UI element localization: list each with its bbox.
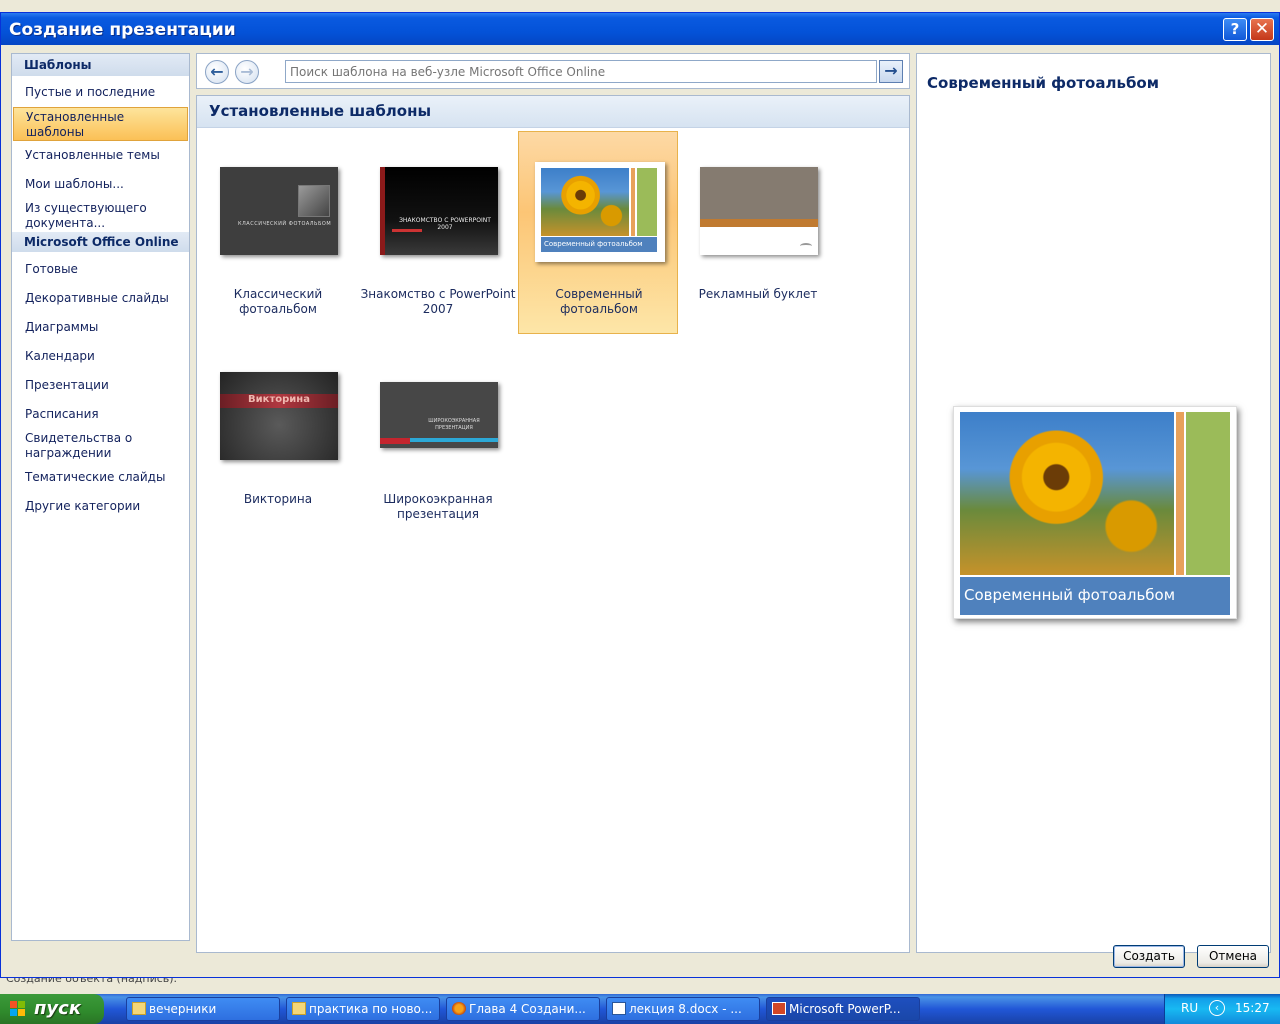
nav-item-decorative-slides[interactable]: Декоративные слайды — [13, 291, 188, 306]
taskbar-item-evenings[interactable]: вечерники — [126, 997, 280, 1021]
logo-icon — [800, 243, 812, 249]
sunflower-image — [960, 412, 1174, 575]
template-label: Рекламный буклет — [698, 287, 818, 301]
photo-icon — [298, 185, 330, 217]
folder-icon — [132, 1002, 146, 1015]
back-icon[interactable]: ← — [205, 60, 229, 84]
template-thumbnail: Викторина — [220, 372, 338, 460]
template-label: Современный фотоальбом — [555, 287, 643, 316]
template-tile-quiz[interactable]: Викторина Викторина — [198, 336, 358, 539]
word-icon — [612, 1002, 626, 1015]
sunflower-image — [541, 168, 629, 236]
nav-item-my-templates[interactable]: Мои шаблоны... — [13, 177, 188, 192]
nav-item-thematic-slides[interactable]: Тематические слайды — [13, 470, 188, 485]
template-preview-panel: Современный фотоальбом Современный фотоа… — [916, 53, 1271, 953]
template-thumbnail: КЛАССИЧЕСКИЙ ФОТОАЛЬБОМ — [220, 167, 338, 255]
nav-item-schedules[interactable]: Расписания — [13, 407, 188, 422]
create-button[interactable]: Создать — [1113, 945, 1185, 968]
taskbar: пуск вечерники практика по ново... Глава… — [0, 994, 1280, 1024]
nav-header-templates: Шаблоны — [12, 54, 189, 76]
taskbar-item-chapter4[interactable]: Глава 4 Создани... — [446, 997, 600, 1021]
template-label: Викторина — [243, 492, 313, 506]
folder-icon — [292, 1002, 306, 1015]
template-label: Классический фотоальбом — [233, 287, 323, 316]
firefox-icon — [452, 1002, 466, 1015]
thumbnail-text: КЛАССИЧЕСКИЙ ФОТОАЛЬБОМ — [238, 221, 332, 227]
clock: 15:27 — [1235, 1001, 1270, 1015]
help-button[interactable]: ? — [1223, 18, 1247, 41]
template-label: Знакомство с PowerPoint 2007 — [360, 287, 516, 316]
orange-stripe — [1176, 412, 1184, 575]
powerpoint-icon — [772, 1002, 786, 1015]
template-thumbnail: ШИРОКОЭКРАННАЯ ПРЕЗЕНТАЦИЯ — [380, 382, 498, 448]
start-label: пуск — [34, 998, 82, 1019]
preview-title: Современный фотоальбом — [927, 74, 1159, 92]
preview-image: Современный фотоальбом — [953, 406, 1237, 619]
template-tile-intro-powerpoint[interactable]: ЗНАКОМСТВО С POWERPOINT 2007 Знакомство … — [358, 131, 518, 334]
template-gallery: Установленные шаблоны КЛАССИЧЕСКИЙ ФОТОА… — [196, 95, 910, 953]
template-tile-classic-album[interactable]: КЛАССИЧЕСКИЙ ФОТОАЛЬБОМ Классический фот… — [198, 131, 358, 334]
template-label: Широкоэкранная презентация — [383, 492, 493, 521]
taskbar-item-label: вечерники — [149, 1002, 217, 1016]
dialog-title: Создание презентации — [9, 20, 236, 40]
gallery-header: Установленные шаблоны — [197, 96, 909, 128]
template-thumbnail: ЗНАКОМСТВО С POWERPOINT 2007 — [380, 167, 498, 255]
chevron-left-icon[interactable]: ‹ — [1209, 1000, 1225, 1016]
new-presentation-dialog: Создание презентации ? ✕ Шаблоны Пустые … — [0, 12, 1280, 978]
preview-caption: Современный фотоальбом — [960, 577, 1230, 615]
template-categories-panel: Шаблоны Пустые и последние Установленные… — [11, 53, 190, 941]
cancel-button[interactable]: Отмена — [1197, 945, 1269, 968]
start-button[interactable]: пуск — [0, 994, 104, 1024]
nav-item-presentations[interactable]: Презентации — [13, 378, 188, 393]
language-indicator[interactable]: RU — [1181, 1001, 1198, 1015]
green-stripe — [637, 168, 657, 236]
thumbnail-cyan-bar — [410, 438, 498, 442]
orange-stripe — [631, 168, 635, 236]
nav-item-from-existing[interactable]: Из существующего документа... — [13, 201, 188, 231]
taskbar-item-label: Глава 4 Создани... — [469, 1002, 586, 1016]
green-stripe — [1186, 412, 1230, 575]
taskbar-item-practice[interactable]: практика по ново... — [286, 997, 440, 1021]
thumbnail-red-bar — [380, 438, 410, 444]
nav-item-award-certificates[interactable]: Свидетельства о награждении — [13, 431, 188, 461]
nav-item-installed-themes[interactable]: Установленные темы — [13, 148, 188, 163]
thumbnail-top-band — [700, 167, 818, 219]
template-thumbnail — [700, 167, 818, 255]
taskbar-item-powerpoint[interactable]: Microsoft PowerP... — [766, 997, 920, 1021]
thumbnail-accent-bar — [380, 167, 385, 255]
template-thumbnail: Современный фотоальбом — [535, 162, 665, 262]
nav-item-other-categories[interactable]: Другие категории — [13, 499, 188, 514]
nav-item-calendars[interactable]: Календари — [13, 349, 188, 364]
thumbnail-text: ШИРОКОЭКРАННАЯ ПРЕЗЕНТАЦИЯ — [428, 418, 480, 431]
windows-logo-icon — [10, 1001, 26, 1017]
thumbnail-subbar — [392, 229, 422, 232]
template-tile-widescreen[interactable]: ШИРОКОЭКРАННАЯ ПРЕЗЕНТАЦИЯ Широкоэкранна… — [358, 336, 518, 539]
template-tile-ad-booklet[interactable]: Рекламный буклет — [678, 131, 838, 334]
template-tile-modern-album[interactable]: Современный фотоальбом Современный фотоа… — [518, 131, 678, 334]
system-tray: RU ‹ 15:27 — [1164, 994, 1280, 1024]
forward-icon[interactable]: → — [235, 60, 259, 84]
taskbar-item-label: Microsoft PowerP... — [789, 1002, 901, 1016]
close-button[interactable]: ✕ — [1250, 18, 1274, 41]
nav-item-ready[interactable]: Готовые — [13, 262, 188, 277]
thumbnail-accent-line — [700, 219, 818, 227]
taskbar-item-label: лекция 8.docx - ... — [629, 1002, 742, 1016]
thumbnail-caption: Современный фотоальбом — [541, 237, 657, 252]
search-toolbar: ← → → — [196, 53, 910, 89]
search-go-icon[interactable]: → — [879, 60, 903, 83]
nav-item-blank-recent[interactable]: Пустые и последние — [13, 85, 188, 100]
dialog-titlebar[interactable]: Создание презентации ? ✕ — [1, 13, 1279, 45]
nav-header-office-online: Microsoft Office Online — [12, 232, 189, 252]
thumbnail-text: Викторина — [248, 394, 310, 405]
taskbar-item-lecture8[interactable]: лекция 8.docx - ... — [606, 997, 760, 1021]
nav-item-installed-templates[interactable]: Установленные шаблоны — [13, 107, 188, 141]
search-input[interactable] — [285, 60, 877, 83]
nav-item-diagrams[interactable]: Диаграммы — [13, 320, 188, 335]
taskbar-item-label: практика по ново... — [309, 1002, 433, 1016]
